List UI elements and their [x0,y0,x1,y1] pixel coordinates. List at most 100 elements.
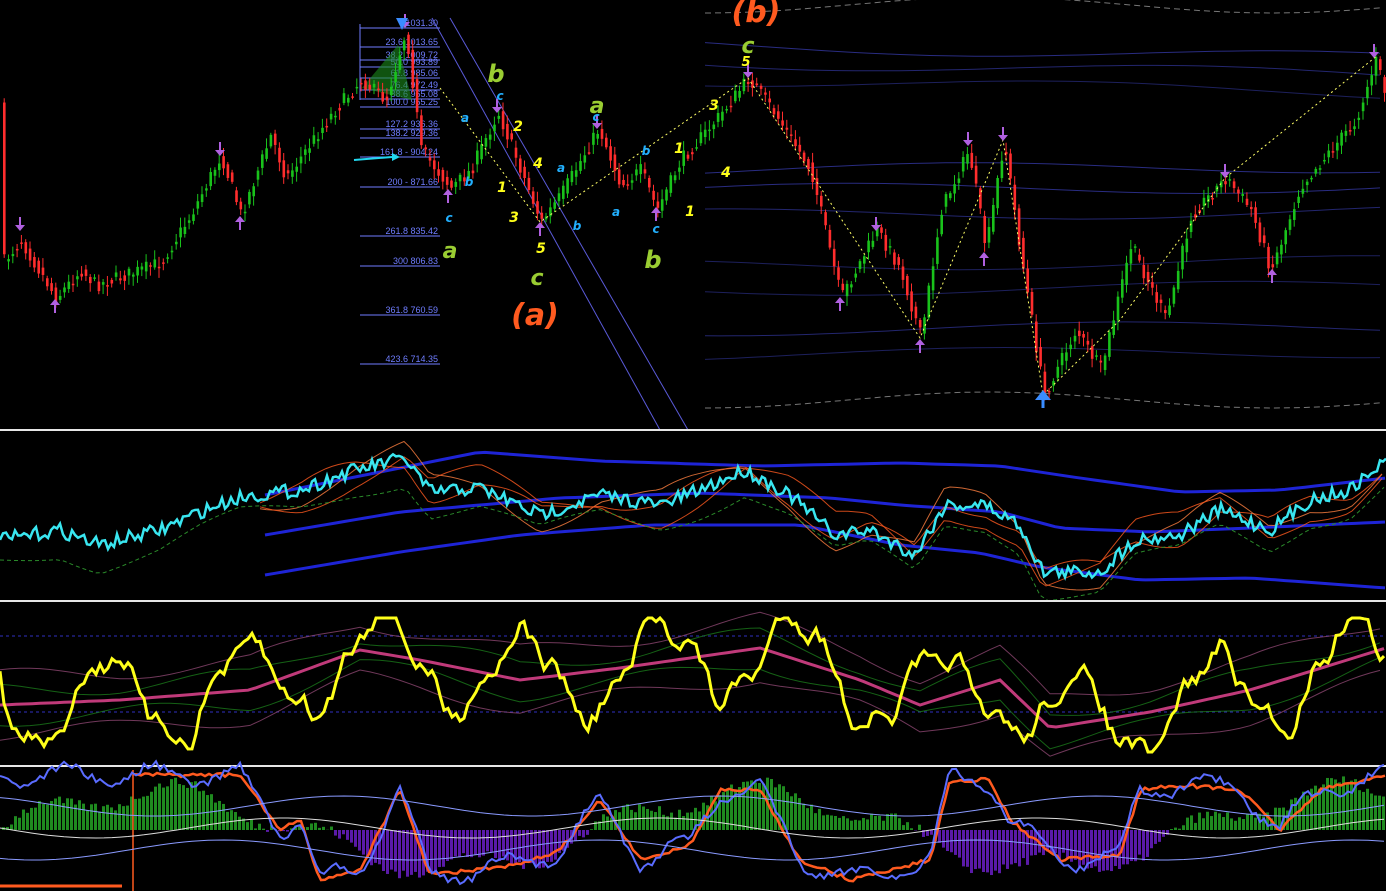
histogram-bar [50,801,53,830]
candle-body [1172,287,1176,304]
histogram-bar [10,824,13,830]
candle-body [304,149,307,155]
wave-label: b [573,219,582,233]
candle-body [609,146,612,161]
histogram-bar [310,823,313,830]
candle-body [415,79,419,113]
candle-body [308,148,311,153]
candle-body [235,190,238,203]
candle-body [97,281,101,292]
candle-body [716,112,720,122]
candle-body [1211,198,1214,200]
histogram-bar [910,828,913,830]
candle-body [699,132,703,144]
candle-body [708,129,711,132]
histogram-bar [1214,811,1217,830]
candle-body [149,265,152,267]
histogram-bar [1054,830,1057,854]
histogram-bar [682,816,685,830]
candle-body [910,291,913,312]
histogram-bar [1306,795,1309,830]
candle-body [953,184,956,194]
fib-level-label: 361.8 760.59 [385,305,438,315]
candle-body [686,154,690,159]
candle-body [213,169,217,176]
candle-body [170,250,174,253]
histogram-bar [582,830,585,838]
histogram-bar [442,830,445,867]
histogram-bar [998,830,1001,874]
wave-label: 1 [685,204,695,220]
wave-label: c [445,211,452,225]
histogram-bar [26,812,29,830]
histogram-bar [462,830,465,854]
candle-body [321,127,324,133]
candle-body [656,201,660,208]
histogram-bar [962,830,965,867]
candle-body [1379,59,1382,71]
candle-body [583,155,587,163]
candle-body [665,189,668,201]
candle-body [312,135,316,144]
histogram-bar [622,805,625,830]
histogram-bar [450,830,453,860]
candle-body [458,174,462,182]
candle-body [476,150,479,165]
candle-body [514,147,518,158]
candle-body [183,226,187,234]
candle-body [1284,230,1287,245]
histogram-bar [102,806,105,830]
candle-body [338,107,341,111]
histogram-bar [222,803,225,830]
candle-body [1095,355,1098,357]
histogram-bar [1130,830,1133,862]
histogram-bar [1082,830,1085,865]
histogram-bar [1106,830,1109,871]
candle-body [372,83,376,88]
candle-body [755,83,759,86]
candle-body [712,124,716,130]
histogram-bar [1098,830,1101,872]
candle-body [222,156,225,169]
histogram-bar [454,830,457,857]
histogram-bar [314,822,317,830]
histogram-bar [930,830,933,835]
histogram-bar [946,830,949,852]
histogram-bar [186,787,189,830]
wave-label: a [612,205,620,219]
fib-level-label: 1031.30 [405,18,438,28]
histogram-bar [826,814,829,830]
candle-body [402,40,406,51]
histogram-bar [90,804,93,830]
candle-body [1082,334,1085,338]
candle-body [600,128,604,139]
histogram-bar [626,804,629,830]
histogram-bar [1190,815,1193,830]
histogram-bar [722,792,725,830]
candle-body [1030,291,1034,315]
histogram-bar [750,780,753,830]
histogram-bar [994,830,997,871]
candle-body [278,147,281,163]
candle-body [867,240,870,253]
candle-body [480,144,483,160]
candle-body [342,93,346,103]
candle-body [1121,279,1124,298]
histogram-bar [142,796,145,830]
histogram-bar [834,815,837,830]
histogram-bar [678,809,681,830]
candle-body [1275,252,1279,265]
histogram-bar [898,818,901,830]
candle-body [527,177,531,191]
histogram-bar [54,798,57,830]
histogram-bar [46,804,49,830]
histogram-bar [174,777,177,830]
histogram-bar [982,830,985,872]
candle-body [961,157,965,172]
histogram-bar [346,830,349,840]
wave-label: c [530,266,543,291]
histogram-bar [786,792,789,830]
histogram-bar [1366,788,1369,830]
candle-body [562,185,565,199]
candle-body [566,178,569,194]
